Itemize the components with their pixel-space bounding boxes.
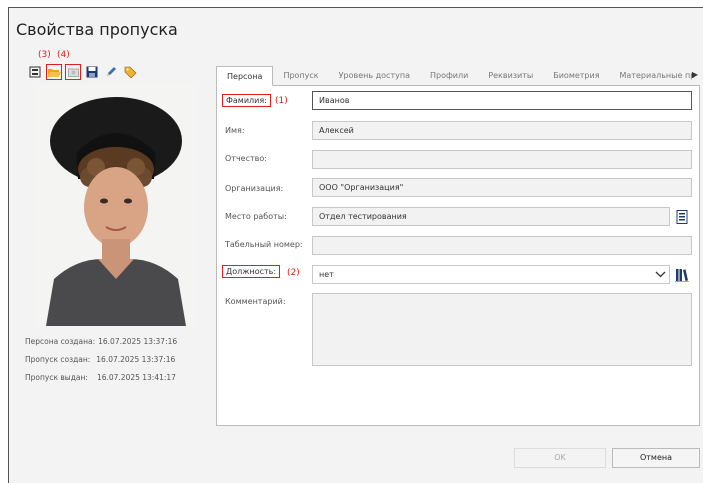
scan-icon[interactable] <box>27 64 43 80</box>
annotation-3: (3) <box>38 50 51 60</box>
workplace-label: Место работы: <box>225 212 287 221</box>
surname-input[interactable]: Иванов <box>312 91 692 110</box>
open-folder-icon[interactable] <box>46 64 62 80</box>
person-tab-panel: Фамилия: (1) Иванов Имя: Алексей Отчеств… <box>216 86 700 426</box>
name-label: Имя: <box>225 126 245 135</box>
tab-biometrics[interactable]: Биометрия <box>543 67 609 85</box>
tab-access-level[interactable]: Уровень доступа <box>329 67 420 85</box>
organization-input[interactable]: ООО "Организация" <box>312 178 692 197</box>
tab-profiles[interactable]: Профили <box>420 67 478 85</box>
annotation-2: (2) <box>287 268 300 278</box>
tab-pass[interactable]: Пропуск <box>273 67 328 85</box>
tabnum-input[interactable] <box>312 236 692 255</box>
workplace-picker-icon[interactable] <box>673 207 690 226</box>
tab-scroll-right-icon[interactable]: ▶ <box>692 70 698 79</box>
chevron-down-icon[interactable] <box>651 265 670 284</box>
camera-icon[interactable] <box>65 64 81 80</box>
photo-toolbar <box>27 63 138 81</box>
window-title: Свойства пропуска <box>16 20 178 39</box>
ok-button[interactable]: OK <box>514 448 606 468</box>
comment-textarea[interactable] <box>312 293 692 366</box>
patronymic-label: Отчество: <box>225 154 267 163</box>
patronymic-input[interactable] <box>312 150 692 169</box>
tag-icon[interactable] <box>122 64 138 80</box>
organization-label: Организация: <box>225 184 284 193</box>
save-icon[interactable] <box>84 64 100 80</box>
name-input[interactable]: Алексей <box>312 121 692 140</box>
position-book-icon[interactable] <box>673 265 690 284</box>
pen-icon[interactable] <box>103 64 119 80</box>
annotation-1: (1) <box>275 96 288 106</box>
annotation-4: (4) <box>57 50 70 60</box>
person-created-info: Персона создана: 16.07.2025 13:37:16 <box>25 337 178 346</box>
person-photo <box>36 83 196 326</box>
surname-label: Фамилия: <box>222 94 271 107</box>
tab-requisites[interactable]: Реквизиты <box>478 67 543 85</box>
workplace-input[interactable]: Отдел тестирования <box>312 207 670 226</box>
tab-material[interactable]: Материальные пр <box>610 67 703 85</box>
tab-bar: Персона Пропуск Уровень доступа Профили … <box>216 66 700 86</box>
cancel-button[interactable]: Отмена <box>612 448 700 468</box>
pass-created-info: Пропуск создан: 16.07.2025 13:37:16 <box>25 355 176 364</box>
comment-label: Комментарий: <box>225 297 286 306</box>
position-select[interactable]: нет <box>312 265 670 284</box>
tab-person[interactable]: Персона <box>216 66 274 86</box>
pass-issued-info: Пропуск выдан: 16.07.2025 13:41:17 <box>25 373 176 382</box>
tabnum-label: Табельный номер: <box>225 240 303 249</box>
position-label: Должность: <box>222 265 281 278</box>
